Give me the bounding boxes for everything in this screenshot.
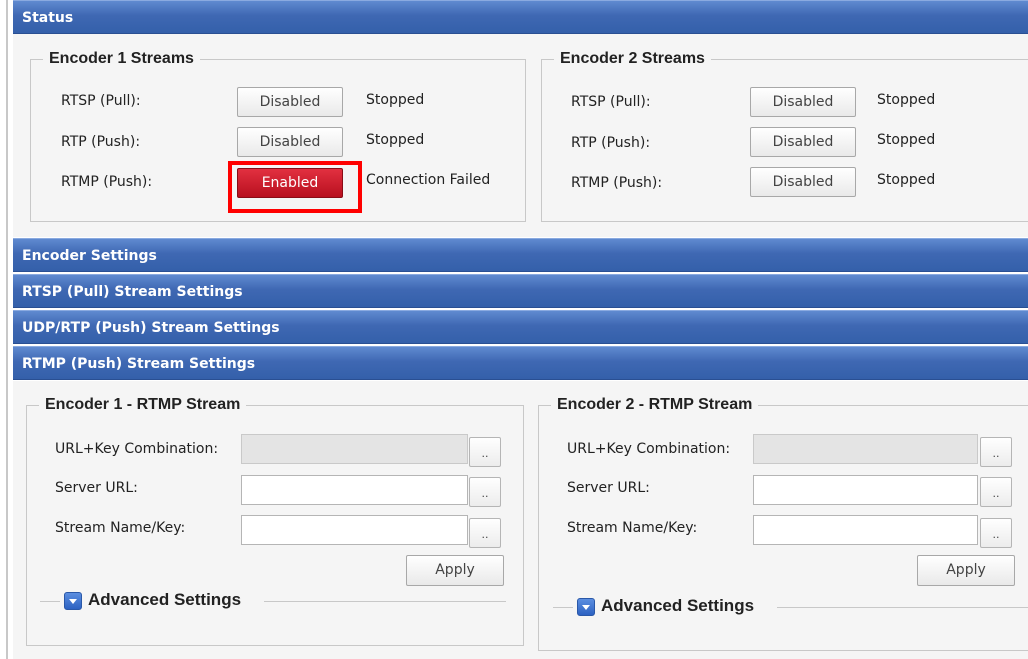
encoder2-rtp-toggle-button[interactable]: Disabled: [750, 127, 856, 157]
advanced-divider-right: [264, 601, 506, 602]
udp-rtp-push-section-header[interactable]: UDP/RTP (Push) Stream Settings: [13, 310, 1028, 344]
encoder1-stream-key-label: Stream Name/Key:: [55, 520, 186, 536]
encoder2-url-key-browse-button[interactable]: ..: [980, 437, 1012, 467]
encoder2-stream-key-browse-button[interactable]: ..: [980, 518, 1012, 548]
encoder1-url-key-browse-button[interactable]: ..: [469, 437, 501, 467]
encoder2-rtp-status: Stopped: [877, 132, 936, 148]
encoder2-server-url-label: Server URL:: [567, 480, 650, 496]
encoder2-rtp-label: RTP (Push):: [571, 135, 651, 151]
rtmp-push-section-header[interactable]: RTMP (Push) Stream Settings: [13, 346, 1028, 380]
encoder1-rtmp-toggle-button[interactable]: Enabled: [237, 168, 343, 198]
encoder1-rtsp-toggle-button[interactable]: Disabled: [237, 87, 343, 117]
encoder2-url-key-input[interactable]: [753, 434, 978, 464]
encoder2-apply-button[interactable]: Apply: [917, 555, 1015, 586]
encoder1-rtp-toggle-button[interactable]: Disabled: [237, 127, 343, 157]
encoder1-url-key-input[interactable]: [241, 434, 468, 464]
encoder2-rtmp-toggle-button[interactable]: Disabled: [750, 167, 856, 197]
encoder1-rtsp-label: RTSP (Pull):: [61, 93, 141, 109]
advanced-divider-right: [777, 607, 1028, 608]
encoder2-rtsp-status: Stopped: [877, 92, 936, 108]
encoder2-server-url-browse-button[interactable]: ..: [980, 477, 1012, 507]
encoder-settings-section-header[interactable]: Encoder Settings: [13, 238, 1028, 272]
advanced-divider-left: [553, 607, 573, 608]
encoder2-rtmp-status: Stopped: [877, 172, 936, 188]
encoder2-advanced-settings-label[interactable]: Advanced Settings: [601, 596, 754, 616]
encoder1-rtp-status: Stopped: [366, 132, 425, 148]
encoder2-advanced-settings[interactable]: Advanced Settings: [553, 596, 1028, 617]
encoder1-rtmp-legend: Encoder 1 - RTMP Stream: [45, 396, 241, 413]
encoder1-rtp-label: RTP (Push):: [61, 134, 141, 150]
encoder1-rtmp-status: Connection Failed: [366, 172, 491, 188]
encoder2-rtmp-legend: Encoder 2 - RTMP Stream: [557, 396, 753, 413]
encoder2-rtsp-toggle-button[interactable]: Disabled: [750, 87, 856, 117]
page-left-border: [0, 0, 10, 659]
advanced-divider-left: [40, 601, 60, 602]
encoder2-server-url-input[interactable]: [753, 475, 978, 505]
encoder1-server-url-label: Server URL:: [55, 480, 138, 496]
encoder1-advanced-settings-label[interactable]: Advanced Settings: [88, 590, 241, 610]
encoder2-rtmp-label: RTMP (Push):: [571, 175, 663, 191]
encoder1-rtsp-status: Stopped: [366, 92, 425, 108]
chevron-down-icon[interactable]: [577, 598, 595, 616]
encoder2-stream-key-input[interactable]: [753, 515, 978, 545]
encoder1-stream-key-browse-button[interactable]: ..: [469, 518, 501, 548]
encoder1-url-key-label: URL+Key Combination:: [55, 441, 219, 457]
encoder1-rtmp-label: RTMP (Push):: [61, 174, 153, 190]
encoder2-stream-key-label: Stream Name/Key:: [567, 520, 698, 536]
encoder2-url-key-label: URL+Key Combination:: [567, 441, 731, 457]
chevron-down-icon[interactable]: [64, 592, 82, 610]
encoder1-streams-legend: Encoder 1 Streams: [49, 50, 194, 67]
encoder1-server-url-input[interactable]: [241, 475, 468, 505]
encoder1-advanced-settings[interactable]: Advanced Settings: [40, 590, 506, 611]
encoder2-rtsp-label: RTSP (Pull):: [571, 94, 651, 110]
encoder2-streams-legend: Encoder 2 Streams: [560, 50, 705, 67]
status-section-header[interactable]: Status: [13, 0, 1028, 34]
encoder1-stream-key-input[interactable]: [241, 515, 468, 545]
encoder1-apply-button[interactable]: Apply: [406, 555, 504, 586]
encoder1-server-url-browse-button[interactable]: ..: [469, 477, 501, 507]
rtsp-pull-section-header[interactable]: RTSP (Pull) Stream Settings: [13, 274, 1028, 308]
